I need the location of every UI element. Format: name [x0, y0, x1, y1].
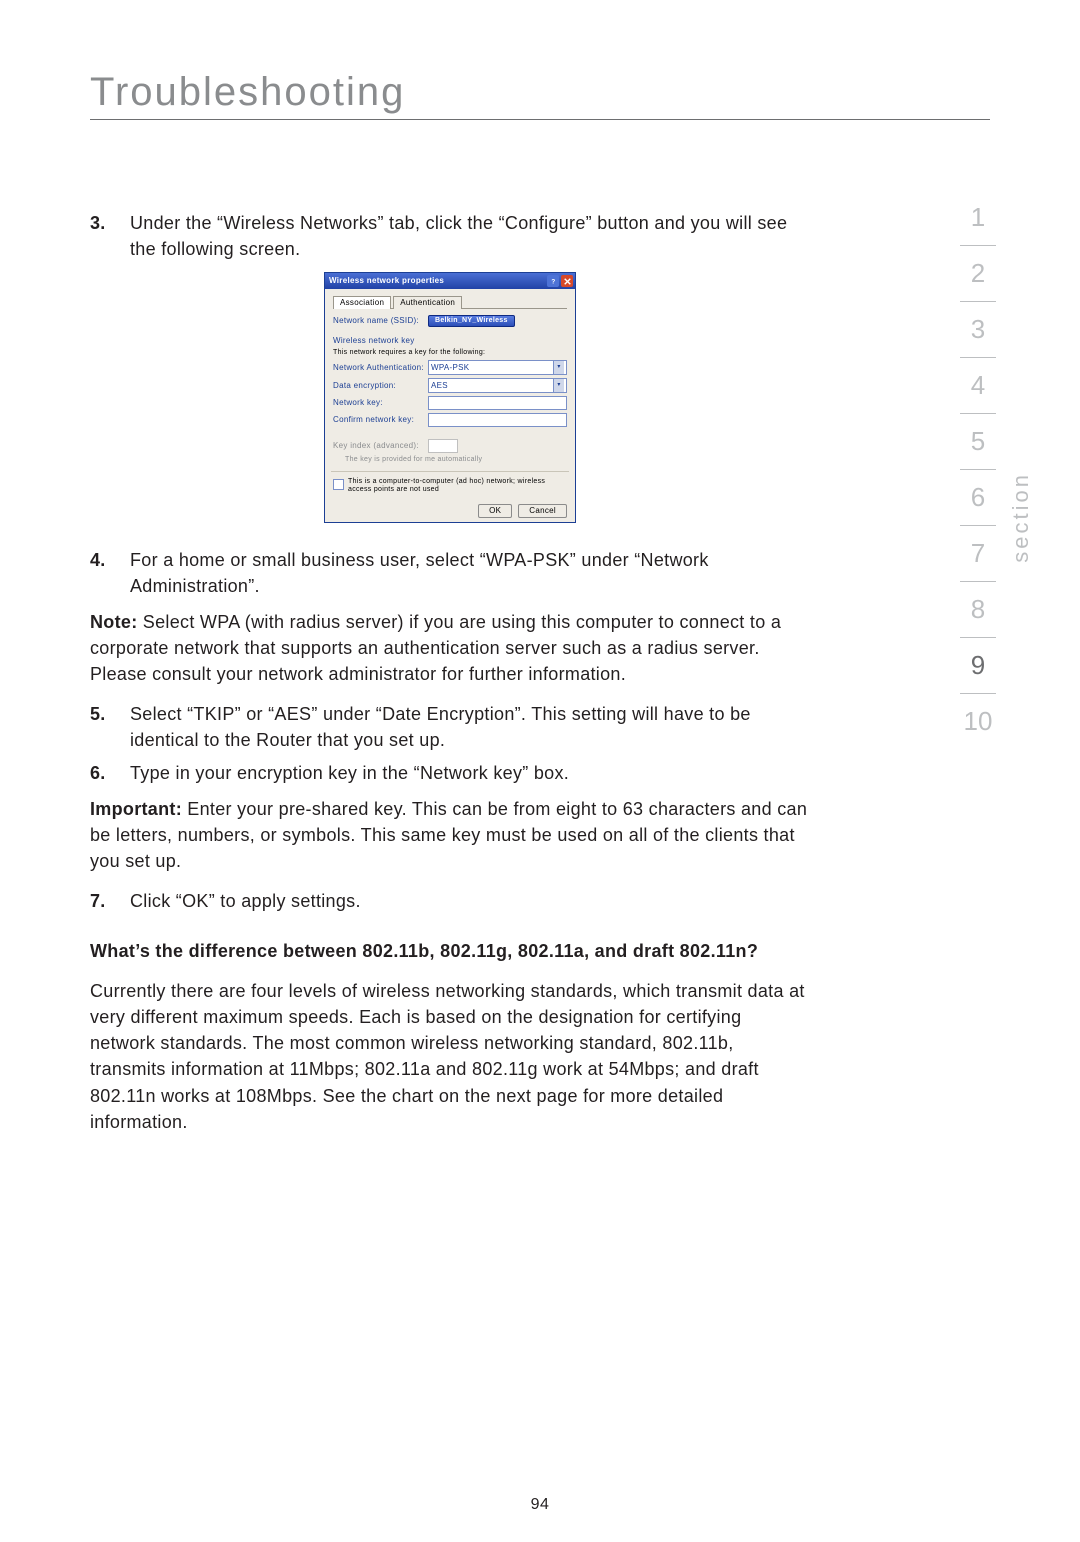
- key-label: Network key:: [333, 398, 428, 408]
- chevron-down-icon: ▾: [553, 361, 564, 374]
- section-nav-label: section: [1008, 472, 1034, 563]
- note-label: Note:: [90, 612, 138, 632]
- section-nav-8[interactable]: 8: [960, 582, 996, 638]
- close-icon[interactable]: [561, 275, 573, 287]
- tab-association[interactable]: Association: [333, 296, 391, 309]
- wireless-key-hint: This network requires a key for the foll…: [333, 349, 567, 357]
- adhoc-checkbox[interactable]: [333, 479, 344, 490]
- auth-label: Network Authentication:: [333, 363, 428, 373]
- enc-select[interactable]: AES ▾: [428, 378, 567, 393]
- auto-key-text: The key is provided for me automatically: [345, 456, 482, 464]
- page-title: Troubleshooting: [90, 70, 990, 120]
- ssid-label: Network name (SSID):: [333, 316, 428, 326]
- faq-answer: Currently there are four levels of wirel…: [90, 978, 810, 1135]
- faq-heading: What’s the difference between 802.11b, 8…: [90, 938, 810, 964]
- page-number: 94: [0, 1496, 1080, 1514]
- step-4-number: 4.: [90, 547, 130, 599]
- important-text: Enter your pre-shared key. This can be f…: [90, 799, 807, 871]
- cancel-button[interactable]: Cancel: [518, 504, 567, 518]
- section-nav-2[interactable]: 2: [960, 246, 996, 302]
- chevron-down-icon: ▾: [553, 379, 564, 392]
- confirm-key-label: Confirm network key:: [333, 415, 428, 425]
- body-text: 3. Under the “Wireless Networks” tab, cl…: [90, 210, 810, 1135]
- step-3-text: Under the “Wireless Networks” tab, click…: [130, 210, 810, 262]
- auth-select[interactable]: WPA-PSK ▾: [428, 360, 567, 375]
- note-text: Select WPA (with radius server) if you a…: [90, 612, 781, 684]
- enc-label: Data encryption:: [333, 381, 428, 391]
- dialog-title: Wireless network properties: [329, 276, 444, 286]
- ok-button[interactable]: OK: [478, 504, 512, 518]
- section-nav-6[interactable]: 6: [960, 470, 996, 526]
- step-7-text: Click “OK” to apply settings.: [130, 888, 810, 914]
- key-index-label: Key index (advanced):: [333, 441, 428, 451]
- help-icon[interactable]: ?: [547, 275, 559, 287]
- network-key-input[interactable]: [428, 396, 567, 410]
- key-index-input: [428, 439, 458, 453]
- step-5-number: 5.: [90, 701, 130, 753]
- step-3-number: 3.: [90, 210, 130, 262]
- step-4-text: For a home or small business user, selec…: [130, 547, 810, 599]
- tab-authentication[interactable]: Authentication: [393, 296, 462, 309]
- note-paragraph: Note: Select WPA (with radius server) if…: [90, 609, 810, 687]
- section-nav-3[interactable]: 3: [960, 302, 996, 358]
- step-5-text: Select “TKIP” or “AES” under “Date Encry…: [130, 701, 810, 753]
- svg-text:?: ?: [551, 278, 555, 284]
- manual-page: Troubleshooting 1 2 3 4 5 6 7 8 9 10 sec…: [0, 0, 1080, 1542]
- section-nav-4[interactable]: 4: [960, 358, 996, 414]
- section-nav-5[interactable]: 5: [960, 414, 996, 470]
- enc-select-value: AES: [431, 381, 448, 391]
- step-6-text: Type in your encryption key in the “Netw…: [130, 760, 810, 786]
- section-nav-1[interactable]: 1: [960, 190, 996, 246]
- important-label: Important:: [90, 799, 182, 819]
- wireless-key-section-label: Wireless network key: [333, 336, 567, 346]
- dialog-titlebar: Wireless network properties ?: [325, 273, 575, 289]
- adhoc-text: This is a computer-to-computer (ad hoc) …: [348, 478, 567, 495]
- wireless-properties-dialog: Wireless network properties ? Associatio…: [324, 272, 576, 523]
- important-paragraph: Important: Enter your pre-shared key. Th…: [90, 796, 810, 874]
- confirm-key-input[interactable]: [428, 413, 567, 427]
- step-6-number: 6.: [90, 760, 130, 786]
- ssid-button[interactable]: Belkin_NY_Wireless: [428, 315, 515, 327]
- section-nav-10[interactable]: 10: [960, 694, 996, 749]
- section-nav-7[interactable]: 7: [960, 526, 996, 582]
- auth-select-value: WPA-PSK: [431, 363, 469, 373]
- step-7-number: 7.: [90, 888, 130, 914]
- section-nav-9[interactable]: 9: [960, 638, 996, 694]
- section-nav: 1 2 3 4 5 6 7 8 9 10: [960, 190, 996, 749]
